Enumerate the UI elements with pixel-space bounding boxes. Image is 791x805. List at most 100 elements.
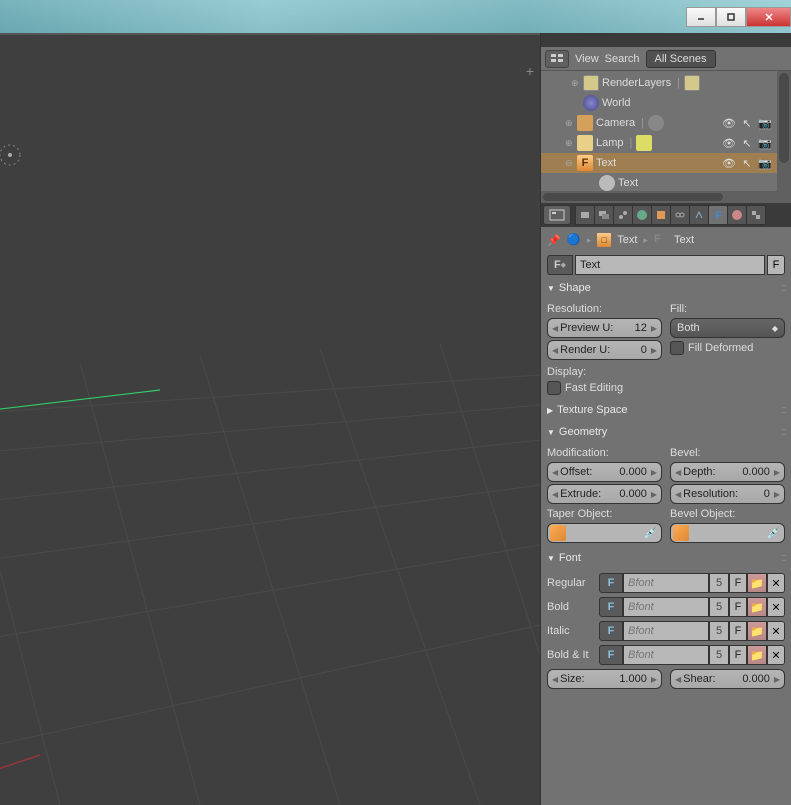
font-open-button[interactable]: 📁 (747, 597, 767, 617)
panel-grip-icon[interactable]: :::: (781, 552, 785, 564)
cube-icon (550, 525, 566, 541)
fake-user-button[interactable]: F (767, 255, 785, 275)
font-users[interactable]: 5 (709, 621, 729, 641)
font-unlink-button[interactable]: ✕ (767, 573, 785, 593)
cursor-icon[interactable]: ↖ (739, 115, 755, 131)
font-name-field[interactable]: Bfont (623, 645, 709, 665)
font-unlink-button[interactable]: ✕ (767, 597, 785, 617)
tab-render-layers[interactable] (594, 205, 614, 225)
bevel-resolution-field[interactable]: ◀Resolution:0▶ (670, 484, 785, 504)
outliner-item-renderlayers[interactable]: ⊕ RenderLayers | (541, 73, 791, 93)
outliner-search-menu[interactable]: Search (605, 53, 640, 65)
eye-icon[interactable]: 👁 (721, 155, 737, 171)
panel-shape-header[interactable]: ▼ Shape :::: (541, 277, 791, 299)
font-name-field[interactable]: Bfont (623, 573, 709, 593)
tab-material[interactable] (727, 205, 747, 225)
panel-geometry-header[interactable]: ▼ Geometry :::: (541, 421, 791, 443)
font-users[interactable]: 5 (709, 597, 729, 617)
fast-editing-checkbox[interactable] (547, 381, 561, 395)
render-icon[interactable]: 📷 (757, 155, 773, 171)
fill-mode-dropdown[interactable]: Both◆ (670, 318, 785, 338)
font-users[interactable]: 5 (709, 573, 729, 593)
cursor-icon[interactable]: ↖ (739, 135, 755, 151)
3d-viewport[interactable]: + (0, 33, 540, 805)
cursor-icon[interactable]: ↖ (739, 155, 755, 171)
outliner-item-lamp[interactable]: ⊕ Lamp | 👁 ↖ 📷 (541, 133, 791, 153)
font-size-field[interactable]: ◀Size:1.000▶ (547, 669, 662, 689)
tab-render[interactable] (575, 205, 595, 225)
breadcrumb-data[interactable]: Text (674, 234, 694, 246)
font-unlink-button[interactable]: ✕ (767, 621, 785, 641)
outliner-display-mode[interactable]: All Scenes (646, 50, 716, 68)
panel-grip-icon[interactable]: :::: (781, 426, 785, 438)
font-unlink-button[interactable]: ✕ (767, 645, 785, 665)
bevel-object-picker[interactable]: 💉 (670, 523, 785, 543)
camera-data-icon (648, 115, 664, 131)
outliner-editor-type[interactable] (545, 50, 569, 68)
offset-field[interactable]: ◀Offset:0.000▶ (547, 462, 662, 482)
properties-editor-type[interactable] (543, 205, 571, 225)
font-open-button[interactable]: 📁 (747, 645, 767, 665)
font-fake-user[interactable]: F (729, 621, 747, 641)
preview-u-field[interactable]: ◀Preview U:12▶ (547, 318, 662, 338)
eyedropper-icon[interactable]: 💉 (643, 527, 659, 540)
outliner-item-camera[interactable]: ⊕ Camera | 👁 ↖ 📷 (541, 113, 791, 133)
font-name-field[interactable]: Bfont (623, 621, 709, 641)
tab-world[interactable] (632, 205, 652, 225)
breadcrumb-object[interactable]: Text (617, 234, 637, 246)
extrude-field[interactable]: ◀Extrude:0.000▶ (547, 484, 662, 504)
panel-font-header[interactable]: ▼ Font :::: (541, 547, 791, 569)
eye-icon[interactable]: 👁 (721, 135, 737, 151)
close-button[interactable] (746, 7, 791, 27)
bevel-depth-field[interactable]: ◀Depth:0.000▶ (670, 462, 785, 482)
outliner-item-text-data[interactable]: Text (541, 173, 791, 193)
font-shear-field[interactable]: ◀Shear:0.000▶ (670, 669, 785, 689)
outliner-tree[interactable]: ⊕ RenderLayers | World ⊕ Camera | (541, 71, 791, 203)
eye-icon[interactable]: 👁 (721, 115, 737, 131)
font-browse-button[interactable]: F (599, 597, 623, 617)
fill-deformed-checkbox[interactable] (670, 341, 684, 355)
tab-texture[interactable] (746, 205, 766, 225)
font-browse-button[interactable]: F (599, 573, 623, 593)
outliner-view-menu[interactable]: View (575, 53, 599, 65)
panel-grip-icon[interactable]: :::: (781, 282, 785, 294)
datablock-icon[interactable]: F◆ (547, 255, 573, 275)
eyedropper-icon[interactable]: 💉 (766, 527, 782, 540)
maximize-button[interactable] (716, 7, 746, 27)
text-data-icon (599, 175, 615, 191)
render-icon[interactable]: 📷 (757, 115, 773, 131)
tab-constraints[interactable] (670, 205, 690, 225)
font-open-button[interactable]: 📁 (747, 621, 767, 641)
font-open-button[interactable]: 📁 (747, 573, 767, 593)
font-users[interactable]: 5 (709, 645, 729, 665)
display-label: Display: (547, 366, 785, 378)
outliner-vscroll[interactable] (777, 71, 791, 203)
lamp-data-icon (636, 135, 652, 151)
text-name-input[interactable] (575, 255, 765, 275)
panel-texture-space-header[interactable]: ▶ Texture Space :::: (541, 399, 791, 421)
minimize-button[interactable] (686, 7, 716, 27)
tab-object-data[interactable]: F (708, 205, 728, 225)
camera-icon (577, 115, 593, 131)
font-browse-button[interactable]: F (599, 645, 623, 665)
outliner-hscroll[interactable] (541, 191, 777, 203)
outliner-item-world[interactable]: World (541, 93, 791, 113)
taper-object-picker[interactable]: 💉 (547, 523, 662, 543)
font-browse-button[interactable]: F (599, 621, 623, 641)
render-u-field[interactable]: ◀Render U:0▶ (547, 340, 662, 360)
tab-scene[interactable] (613, 205, 633, 225)
font-fake-user[interactable]: F (729, 573, 747, 593)
render-icon[interactable]: 📷 (757, 135, 773, 151)
pin-icon[interactable]: 📌 (547, 234, 561, 247)
tree-label: Text (618, 177, 638, 189)
font-name-field[interactable]: Bfont (623, 597, 709, 617)
panel-grip-icon[interactable]: :::: (781, 404, 785, 416)
viewport-expand-icon[interactable]: + (526, 63, 534, 79)
taper-label: Taper Object: (547, 508, 662, 520)
cube-icon (673, 525, 689, 541)
font-fake-user[interactable]: F (729, 597, 747, 617)
outliner-item-text[interactable]: ⊖ F Text 👁 ↖ 📷 (541, 153, 791, 173)
tab-object[interactable] (651, 205, 671, 225)
font-fake-user[interactable]: F (729, 645, 747, 665)
tab-modifiers[interactable] (689, 205, 709, 225)
